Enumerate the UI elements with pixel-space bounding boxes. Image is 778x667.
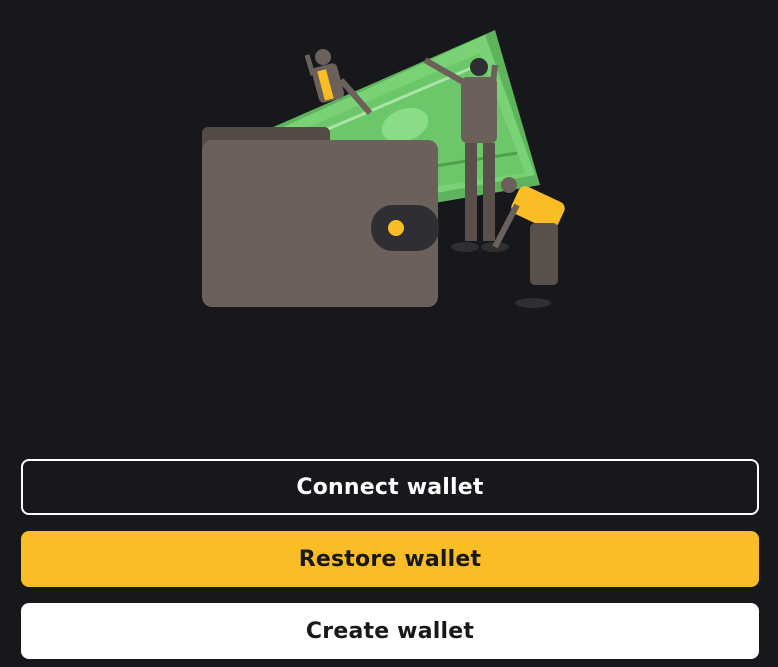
- wallet-money-illustration: [195, 25, 580, 315]
- restore-wallet-button[interactable]: Restore wallet: [21, 531, 759, 587]
- create-wallet-button[interactable]: Create wallet: [21, 603, 759, 659]
- connect-wallet-button[interactable]: Connect wallet: [21, 459, 759, 515]
- wallet-onboarding-screen: Connect wallet Restore wallet Create wal…: [0, 0, 778, 667]
